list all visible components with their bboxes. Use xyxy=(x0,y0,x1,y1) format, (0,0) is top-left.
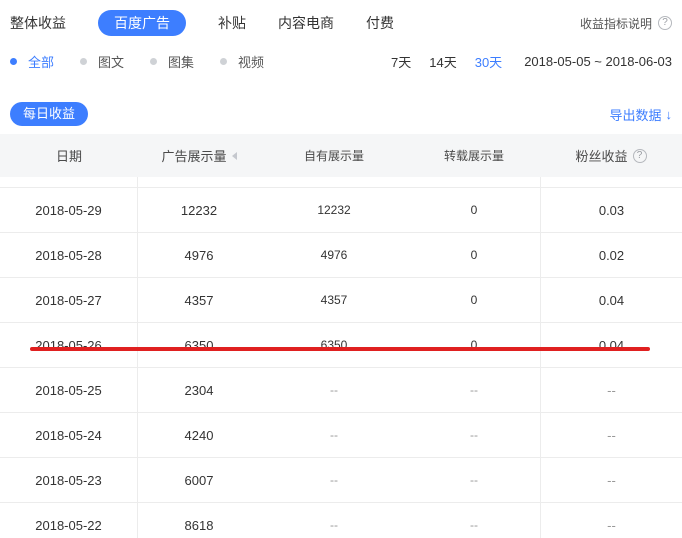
filter-galleries[interactable]: 图集 xyxy=(150,52,194,71)
table-row: 2018-05-24 4240 -- -- -- xyxy=(0,413,682,458)
filter-bar: 全部 图文 图集 视频 7天 14天 30天 2018-05-05 ~ 2018… xyxy=(0,44,682,78)
cell-date: 2018-05-25 xyxy=(0,368,138,412)
filter-videos[interactable]: 视频 xyxy=(220,52,264,71)
revenue-metrics-help-link[interactable]: 收益指标说明 ? xyxy=(580,15,672,32)
cell-repost-impressions: 0 xyxy=(408,233,540,277)
column-header-own-impressions: 自有展示量 xyxy=(260,147,408,164)
range-7-days[interactable]: 7天 xyxy=(391,52,411,71)
range-30-days[interactable]: 30天 xyxy=(475,52,502,71)
cell-own-impressions: 6350 xyxy=(260,323,408,367)
cell-fan-revenue: -- xyxy=(540,503,682,538)
sort-triangle-icon[interactable] xyxy=(232,152,237,160)
radio-dot-icon xyxy=(220,58,227,65)
cell-date: 2018-05-28 xyxy=(0,233,138,277)
cell-own-impressions: -- xyxy=(260,368,408,412)
range-14-days[interactable]: 14天 xyxy=(429,52,456,71)
help-link-label: 收益指标说明 xyxy=(580,15,652,32)
tab-overall-revenue[interactable]: 整体收益 xyxy=(10,10,66,36)
filter-videos-label: 视频 xyxy=(238,52,264,71)
cell-ad-impressions: 4240 xyxy=(138,413,260,457)
cell-fan-revenue: 0.03 xyxy=(540,188,682,232)
top-tab-bar: 整体收益 百度广告 补贴 内容电商 付费 收益指标说明 ? xyxy=(0,0,682,38)
cell-fan-revenue: -- xyxy=(540,458,682,502)
cell-repost-impressions: 0 xyxy=(408,323,540,367)
cell-fan-revenue: 0.02 xyxy=(540,233,682,277)
column-header-date: 日期 xyxy=(0,146,138,165)
cell-own-impressions: -- xyxy=(260,413,408,457)
table-row: 2018-05-27 4357 4357 0 0.04 xyxy=(0,278,682,323)
table-row: 2018-05-29 12232 12232 0 0.03 xyxy=(0,188,682,233)
download-arrow-icon: ↓ xyxy=(666,107,673,122)
cell-fan-revenue: 0.04 xyxy=(540,323,682,367)
cell-own-impressions: 12232 xyxy=(260,188,408,232)
cell-own-impressions: -- xyxy=(260,458,408,502)
cell-ad-impressions: 8618 xyxy=(138,503,260,538)
table-row: 2018-05-22 8618 -- -- -- xyxy=(0,503,682,538)
cell-fan-revenue: 0.04 xyxy=(540,278,682,322)
cell-repost-impressions: -- xyxy=(408,413,540,457)
ad-impressions-label: 广告展示量 xyxy=(161,146,226,165)
table-row: 2018-05-28 4976 4976 0 0.02 xyxy=(0,233,682,278)
filter-articles-label: 图文 xyxy=(98,52,124,71)
question-circle-icon[interactable]: ? xyxy=(658,16,672,30)
cell-repost-impressions: -- xyxy=(408,503,540,538)
tab-content-ecommerce[interactable]: 内容电商 xyxy=(278,10,334,36)
filter-articles[interactable]: 图文 xyxy=(80,52,124,71)
export-data-button[interactable]: 导出数据 ↓ xyxy=(609,105,672,124)
filter-all[interactable]: 全部 xyxy=(10,52,54,71)
cell-own-impressions: 4976 xyxy=(260,233,408,277)
cell-own-impressions: 4357 xyxy=(260,278,408,322)
cell-date: 2018-05-29 xyxy=(0,188,138,232)
radio-dot-icon xyxy=(150,58,157,65)
column-header-ad-impressions[interactable]: 广告展示量 xyxy=(138,146,260,165)
cell-repost-impressions: 0 xyxy=(408,278,540,322)
daily-revenue-table: 日期 广告展示量 自有展示量 转载展示量 粉丝收益 ? 2018- xyxy=(0,134,682,538)
cell-date: 2018-05-24 xyxy=(0,413,138,457)
cell-repost-impressions: 0 xyxy=(408,188,540,232)
column-header-repost-impressions: 转载展示量 xyxy=(408,147,540,164)
cell-fan-revenue: -- xyxy=(540,413,682,457)
cell-date: 2018-05-26 xyxy=(0,323,138,367)
column-header-fan-revenue: 粉丝收益 ? xyxy=(540,146,682,165)
content-type-filters: 全部 图文 图集 视频 xyxy=(10,52,264,71)
revenue-dashboard-page: 整体收益 百度广告 补贴 内容电商 付费 收益指标说明 ? 全部 图文 图集 xyxy=(0,0,682,538)
fan-revenue-label: 粉丝收益 xyxy=(575,146,627,165)
table-header-row: 日期 广告展示量 自有展示量 转载展示量 粉丝收益 ? xyxy=(0,134,682,177)
daily-revenue-badge[interactable]: 每日收益 xyxy=(10,102,88,126)
cell-own-impressions: -- xyxy=(260,503,408,538)
export-data-label: 导出数据 xyxy=(609,105,661,124)
cell-ad-impressions: 2304 xyxy=(138,368,260,412)
table-row-highlighted: 2018-05-26 6350 6350 0 0.04 xyxy=(0,323,682,368)
table-row: 2018-05-25 2304 -- -- -- xyxy=(0,368,682,413)
filter-all-label: 全部 xyxy=(28,52,54,71)
radio-dot-icon xyxy=(80,58,87,65)
cell-date: 2018-05-22 xyxy=(0,503,138,538)
table-body: 2018-05-29 12232 12232 0 0.03 2018-05-28… xyxy=(0,177,682,538)
date-range-display[interactable]: 2018-05-05 ~ 2018-06-03 xyxy=(524,54,672,69)
cell-ad-impressions: 4357 xyxy=(138,278,260,322)
tab-baidu-ads[interactable]: 百度广告 xyxy=(98,10,186,36)
cell-repost-impressions: -- xyxy=(408,368,540,412)
section-bar: 每日收益 导出数据 ↓ xyxy=(0,100,682,128)
cell-ad-impressions: 6007 xyxy=(138,458,260,502)
red-underline-annotation xyxy=(30,347,650,351)
cell-ad-impressions: 4976 xyxy=(138,233,260,277)
tab-subsidy[interactable]: 补贴 xyxy=(218,10,246,36)
cell-ad-impressions: 6350 xyxy=(138,323,260,367)
partial-row-top xyxy=(0,177,682,188)
cell-fan-revenue: -- xyxy=(540,368,682,412)
filter-galleries-label: 图集 xyxy=(168,52,194,71)
revenue-tabs: 整体收益 百度广告 补贴 内容电商 付费 xyxy=(10,10,394,36)
table-row: 2018-05-23 6007 -- -- -- xyxy=(0,458,682,503)
cell-repost-impressions: -- xyxy=(408,458,540,502)
question-circle-icon[interactable]: ? xyxy=(633,149,647,163)
cell-ad-impressions: 12232 xyxy=(138,188,260,232)
cell-date: 2018-05-27 xyxy=(0,278,138,322)
cell-date: 2018-05-23 xyxy=(0,458,138,502)
radio-dot-icon xyxy=(10,58,17,65)
date-range-controls: 7天 14天 30天 2018-05-05 ~ 2018-06-03 xyxy=(391,52,672,71)
tab-paid[interactable]: 付费 xyxy=(366,10,394,36)
